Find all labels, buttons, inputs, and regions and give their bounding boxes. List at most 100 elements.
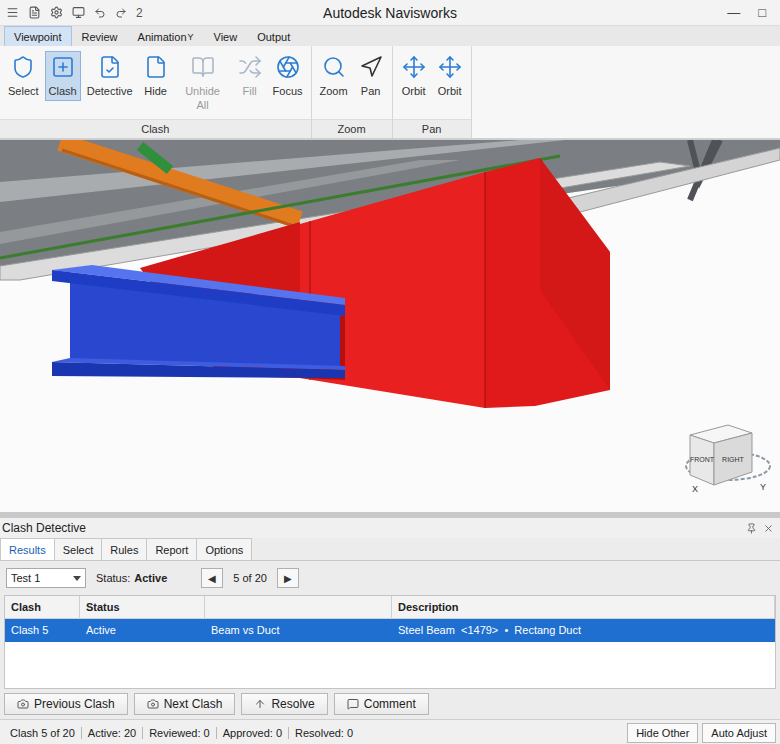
ribbon-button[interactable]: Pan [354, 51, 388, 101]
window-controls: —□ [727, 5, 780, 20]
panel-header-controls [746, 523, 774, 534]
status-item: Reviewed: 0 [142, 727, 216, 739]
model-view[interactable]: FRONTRIGHTXY [0, 140, 780, 512]
redo-icon[interactable] [115, 7, 127, 19]
window-control[interactable]: □ [758, 5, 766, 20]
ribbon-button[interactable]: Orbit [433, 51, 467, 101]
ribbon-button-icon [438, 55, 462, 79]
menu-tab[interactable]: Output [247, 26, 300, 46]
background [0, 140, 780, 512]
ribbon-button-icon [51, 55, 75, 79]
ribbon-group-label: Pan [393, 119, 471, 138]
status-item: Active: 20 [81, 727, 142, 739]
ribbon-button[interactable]: Fill [233, 51, 267, 101]
action-button[interactable]: Comment [334, 693, 429, 715]
ribbon-group: SelectClash Detective HideUnhide AllFill Fo… [0, 46, 312, 138]
panel-tab[interactable]: Report [146, 538, 197, 560]
quick-access-toolbar: 2 [0, 6, 323, 20]
menu-tab[interactable]: View [204, 26, 248, 46]
ribbon: SelectClash Detective HideUnhide AllFill Fo… [0, 46, 780, 140]
ribbon-button[interactable]: Select [4, 51, 43, 101]
status-item: Clash 5 of 20 [4, 727, 81, 739]
ribbon-button[interactable]: Detective [83, 51, 137, 101]
menu-tab[interactable]: Review [72, 26, 128, 46]
results-toolbar: Test 1 Status:Active ◀ 5 of 20 ▶ [0, 561, 780, 595]
action-button-icon [254, 698, 266, 710]
panel-header: Clash Detective [0, 518, 780, 538]
status-buttons: Hide OtherAuto Adjust [627, 723, 780, 743]
ribbon-group-buttons: ZoomPan [312, 46, 392, 119]
panel-tab[interactable]: Rules [101, 538, 147, 560]
viewcube-front[interactable] [690, 435, 714, 485]
action-button-icon [17, 698, 29, 710]
ribbon-button-label: Focus [273, 84, 303, 98]
undo-icon[interactable] [94, 7, 106, 19]
window-control[interactable]: — [727, 5, 740, 20]
panel-tab[interactable]: Results [0, 538, 55, 560]
status-indicator: Status:Active [96, 572, 167, 584]
viewcube-face-label: FRONT [690, 456, 715, 463]
ribbon-button[interactable]: Clash [45, 51, 81, 101]
close-icon[interactable] [763, 523, 774, 534]
test-select-value: Test 1 [11, 572, 40, 584]
status-button[interactable]: Hide Other [627, 723, 698, 743]
column-header[interactable] [205, 596, 392, 618]
action-button[interactable]: Next Clash [134, 693, 236, 715]
ribbon-button-icon [191, 55, 215, 79]
panel-tabs: ResultsSelectRulesReportOptions [0, 538, 780, 561]
menu-tab[interactable]: Viewpoint [4, 26, 72, 46]
ribbon-group: ZoomPanZoom [312, 46, 393, 138]
panel-tab[interactable]: Select [54, 538, 103, 560]
menu-tab[interactable]: AnimationY [128, 26, 204, 46]
monitor-icon[interactable] [72, 6, 85, 19]
settings-icon[interactable] [50, 6, 63, 19]
quick-access-label[interactable]: 2 [136, 6, 143, 20]
status-bar: Clash 5 of 20Active: 20Reviewed: 0Approv… [0, 719, 780, 744]
ribbon-button[interactable]: Orbit [397, 51, 431, 101]
ribbon-group-label: Zoom [312, 119, 392, 138]
panel-tab[interactable]: Options [196, 538, 252, 560]
ribbon-button-icon [11, 55, 35, 79]
action-button[interactable]: Resolve [241, 693, 327, 715]
results-table: ClashStatus DescriptionClash 5ActiveBeam … [4, 595, 776, 689]
ribbon-button[interactable]: Focus [269, 51, 307, 101]
action-button[interactable]: Previous Clash [4, 693, 128, 715]
column-header[interactable]: Status [80, 596, 205, 618]
keytip: Y [188, 32, 194, 42]
clash-position: 5 of 20 [233, 572, 267, 584]
column-header[interactable]: Clash [5, 596, 80, 618]
axis-label: X [692, 484, 698, 494]
table-cell: Clash 5 [5, 619, 80, 641]
viewcube-right[interactable] [714, 433, 752, 485]
panel-title: Clash Detective [2, 521, 86, 535]
window-title: Autodesk Navisworks [323, 5, 457, 21]
previous-button[interactable]: ◀ [201, 568, 223, 588]
column-header[interactable]: Description [392, 596, 775, 618]
duct-seam [485, 172, 486, 408]
ribbon-button[interactable]: Unhide All [175, 51, 231, 115]
viewport[interactable]: FRONTRIGHTXY [0, 140, 780, 512]
pin-icon[interactable] [746, 523, 757, 534]
ribbon-button-label: Orbit [438, 84, 462, 98]
ribbon-button-label: Orbit [402, 84, 426, 98]
green-pipe [140, 146, 170, 170]
document-icon[interactable] [28, 6, 41, 19]
ribbon-button[interactable]: Hide [139, 51, 173, 101]
axis-label: Y [760, 482, 766, 492]
test-select[interactable]: Test 1 [6, 568, 86, 588]
action-button-icon [147, 698, 159, 710]
table-cell: Beam vs Duct [205, 619, 392, 641]
menu-icon[interactable] [6, 6, 19, 19]
ribbon-button-icon [98, 55, 122, 79]
action-buttons: Previous Clash Next ClashResolve Comment [0, 689, 780, 719]
status-button[interactable]: Auto Adjust [702, 723, 776, 743]
ribbon-button-label: Detective [87, 84, 133, 98]
table-header: ClashStatus Description [5, 596, 775, 619]
next-button[interactable]: ▶ [277, 568, 299, 588]
table-row[interactable]: Clash 5ActiveBeam vs DuctSteel Beam <147… [5, 619, 775, 642]
ribbon-button[interactable]: Zoom [316, 51, 352, 101]
ribbon-group-buttons: SelectClash Detective HideUnhide AllFill Fo… [0, 46, 311, 119]
clash-detective-panel: Clash Detective ResultsSelectRulesReportO… [0, 512, 780, 744]
ribbon-button-icon [238, 55, 262, 79]
ribbon-button-icon [144, 55, 168, 79]
